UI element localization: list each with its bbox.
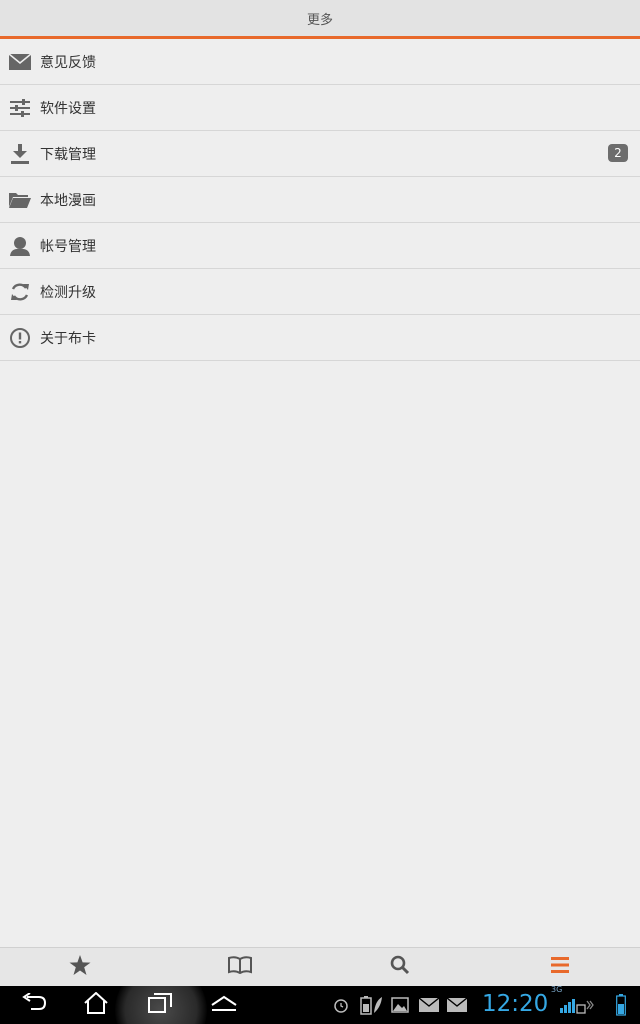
tab-more[interactable] xyxy=(480,948,640,986)
menu-item-label: 关于布卡 xyxy=(40,330,96,347)
menu-item-label: 检测升级 xyxy=(40,284,96,301)
home-button[interactable] xyxy=(76,986,116,1024)
book-icon xyxy=(228,956,252,978)
back-icon xyxy=(21,992,47,1017)
menu-item-label: 软件设置 xyxy=(40,100,96,117)
menu-item-account[interactable]: 帐号管理 xyxy=(0,223,640,269)
image-icon xyxy=(390,986,410,1024)
mail-icon xyxy=(418,986,440,1024)
status-clock: 12:20 xyxy=(482,991,549,1017)
menu-item-feedback[interactable]: 意见反馈 xyxy=(0,39,640,85)
info-icon xyxy=(9,327,31,349)
system-navigation-bar: 12:20 3G xyxy=(0,986,640,1024)
page-title: 更多 xyxy=(306,12,333,28)
battery-saver-icon xyxy=(358,986,384,1024)
signal-icon xyxy=(556,986,596,1024)
recent-apps-button[interactable] xyxy=(140,986,180,1024)
menu-item-label: 本地漫画 xyxy=(40,192,96,209)
battery-icon xyxy=(612,986,630,1024)
tab-bookshelf[interactable] xyxy=(160,948,320,986)
settings-menu: 意见反馈 软件设置 下载管理 2 本地漫画 帐号管理 检测升级 关于布卡 xyxy=(0,39,640,361)
bottom-tab-bar xyxy=(0,947,640,986)
mail-icon xyxy=(9,51,31,73)
menu-item-downloads[interactable]: 下载管理 2 xyxy=(0,131,640,177)
search-icon xyxy=(390,955,410,979)
download-icon xyxy=(9,143,31,165)
menu-item-check-update[interactable]: 检测升级 xyxy=(0,269,640,315)
menu-item-label: 下载管理 xyxy=(40,146,96,163)
mail-icon xyxy=(446,986,468,1024)
menu-item-about[interactable]: 关于布卡 xyxy=(0,315,640,361)
sliders-icon xyxy=(9,97,31,119)
menu-item-local-comics[interactable]: 本地漫画 xyxy=(0,177,640,223)
tab-search[interactable] xyxy=(320,948,480,986)
menu-item-label: 帐号管理 xyxy=(40,238,96,255)
refresh-icon xyxy=(9,281,31,303)
menu-item-label: 意见反馈 xyxy=(40,54,96,71)
menu-icon xyxy=(551,956,569,978)
menu-item-settings[interactable]: 软件设置 xyxy=(0,85,640,131)
recent-apps-icon xyxy=(148,993,172,1017)
folder-icon xyxy=(9,189,31,211)
home-icon xyxy=(83,991,109,1018)
star-icon xyxy=(69,954,91,980)
alarm-icon xyxy=(332,986,350,1024)
menu-up-button[interactable] xyxy=(204,986,244,1024)
download-count-badge: 2 xyxy=(608,144,628,162)
page-title-bar: 更多 xyxy=(0,0,640,39)
chevron-up-icon xyxy=(210,995,238,1015)
user-icon xyxy=(9,235,31,257)
tab-favorites[interactable] xyxy=(0,948,160,986)
back-button[interactable] xyxy=(14,986,54,1024)
